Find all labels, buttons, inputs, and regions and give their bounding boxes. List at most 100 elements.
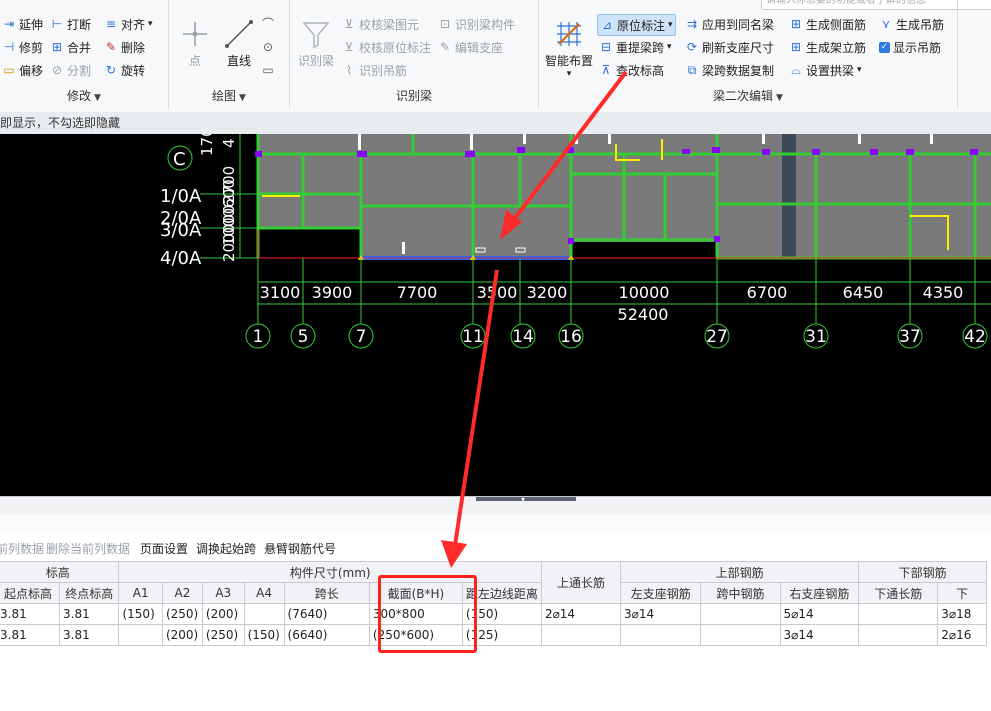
- trim-button[interactable]: ⊣ 修剪: [2, 37, 43, 57]
- cell[interactable]: 2⌀14: [540, 603, 622, 625]
- group-top-rebar: 上部钢筋: [620, 561, 860, 583]
- swap-start-span-button[interactable]: 调换起始跨: [196, 540, 256, 557]
- cell[interactable]: (150): [118, 603, 163, 625]
- apply-icon: ⇉: [686, 17, 698, 31]
- identify-hanger-button[interactable]: ⌇ 识别吊筋: [342, 60, 407, 80]
- in-situ-label-button[interactable]: ⊿ 原位标注 ▾: [597, 14, 676, 36]
- col-a1: A1: [118, 582, 163, 604]
- merge-button[interactable]: ⊞ 合并: [50, 37, 91, 57]
- modify-group: ⇥ 延伸 ⊢ 打断 ≡ 对齐 ▾ ⊣ 修剪 ⊞ 合并 ✎ 删除 ▭ 偏移 ⊘ 分割 ↻ 旋转 修改 ▼: [0, 0, 169, 108]
- group-elevation: 标高: [0, 561, 120, 583]
- check-beam-element-button[interactable]: ⊻ 校核梁图元: [342, 14, 419, 34]
- delete-current-column-button[interactable]: 删除当前列数据: [46, 540, 130, 557]
- cell[interactable]: [858, 624, 939, 646]
- svg-text:3900: 3900: [312, 283, 353, 302]
- arc-icon: ⌒: [261, 17, 274, 31]
- refresh-icon: ⟳: [686, 40, 698, 54]
- page-setup-button[interactable]: 页面设置: [140, 540, 188, 557]
- cell[interactable]: (250): [161, 603, 203, 625]
- chevron-down-icon: ▼: [94, 93, 101, 103]
- cell[interactable]: 3.81: [0, 624, 61, 646]
- cell[interactable]: (7640): [283, 603, 370, 625]
- check-in-situ-label-button[interactable]: ⊻ 校核原位标注: [342, 37, 431, 57]
- cell[interactable]: (6640): [283, 624, 370, 646]
- cell[interactable]: [858, 603, 939, 625]
- arc-button[interactable]: ⌒: [261, 14, 275, 34]
- drawing-canvas[interactable]: C 1/0A 2/0A 3/0A 4/0A 1700 4 2700 100060…: [0, 134, 991, 496]
- table-column-header: 起点标高 终点标高 A1 A2 A3 A4 跨长 截面(B*H) 距左边线距离 …: [0, 582, 987, 604]
- beam-edit-group-title[interactable]: 梁二次编辑 ▼: [539, 87, 957, 104]
- group-bottom-rebar: 下部钢筋: [858, 561, 987, 583]
- identify-beam-button[interactable]: 识别梁: [294, 18, 338, 69]
- offset-button[interactable]: ▭ 偏移: [2, 60, 43, 80]
- cell[interactable]: (200): [161, 624, 203, 646]
- svg-text:10000: 10000: [619, 283, 670, 302]
- identify-beam-component-button[interactable]: ⊡ 识别梁构件: [438, 14, 515, 34]
- check-icon: ⊻: [344, 40, 354, 54]
- rectangle-icon: ▭: [262, 63, 274, 77]
- table-row[interactable]: 3.81 3.81 (200) (250) (150) (6640) (250*…: [0, 624, 987, 646]
- splitter-grip[interactable]: [476, 497, 576, 501]
- split-button[interactable]: ⊘ 分割: [50, 60, 91, 80]
- point-icon: [179, 18, 211, 50]
- delete-button[interactable]: ✎ 删除: [104, 37, 145, 57]
- show-hanger-checkbox[interactable]: ✓ 显示吊筋: [879, 37, 941, 57]
- cell[interactable]: [700, 624, 781, 646]
- set-arch-beam-button[interactable]: ⌓ 设置拱梁 ▾: [789, 60, 861, 80]
- cell[interactable]: [243, 603, 285, 625]
- draw-group-title[interactable]: 绘图 ▼: [169, 87, 289, 104]
- cell[interactable]: (150): [243, 624, 285, 646]
- table-row[interactable]: 3.81 3.81 (150) (250) (200) (7640) 300*8…: [0, 603, 987, 625]
- cell[interactable]: [118, 624, 163, 646]
- col-a3: A3: [201, 582, 245, 604]
- cell[interactable]: 3.81: [59, 624, 120, 646]
- panel-splitter[interactable]: ▾: [0, 496, 991, 516]
- cantilever-rebar-code-button[interactable]: 悬臂钢筋代号: [264, 540, 336, 557]
- cell[interactable]: 2⌀16: [937, 624, 987, 646]
- cell[interactable]: 3.81: [0, 603, 61, 625]
- col-end-elevation: 终点标高: [59, 582, 120, 604]
- cell[interactable]: 3.81: [59, 603, 120, 625]
- check-elevation-button[interactable]: ⊼ 查改标高: [599, 60, 664, 80]
- break-button[interactable]: ⊢ 打断: [50, 14, 91, 34]
- copy-icon: ⧉: [687, 63, 697, 77]
- cell[interactable]: 3⌀18: [937, 603, 987, 625]
- cell[interactable]: [700, 603, 781, 625]
- edit-support-button[interactable]: ✎ 编辑支座: [438, 37, 503, 57]
- group-dimensions: 构件尺寸(mm): [118, 561, 542, 583]
- col-start-elevation: 起点标高: [0, 582, 61, 604]
- copy-column-data-button[interactable]: 前列数据: [0, 540, 44, 557]
- point-button[interactable]: 点: [175, 18, 215, 69]
- generate-hanger-button[interactable]: ⋎ 生成吊筋: [879, 14, 944, 34]
- chevron-down-icon: ▾: [668, 20, 673, 30]
- row-axis-labels: C 1/0A 2/0A 3/0A 4/0A: [160, 145, 202, 269]
- svg-text:3500: 3500: [477, 283, 518, 302]
- chevron-down-icon: ▼: [776, 93, 783, 103]
- rectangle-button[interactable]: ▭: [261, 60, 275, 80]
- col-bottom-extra: 下: [937, 582, 987, 604]
- break-icon: ⊢: [51, 17, 63, 31]
- generate-side-rebar-button[interactable]: ⊞ 生成侧面筋: [789, 14, 866, 34]
- refresh-support-size-button[interactable]: ⟳ 刷新支座尺寸: [685, 37, 774, 57]
- line-button[interactable]: 直线: [219, 18, 259, 69]
- cell[interactable]: 5⌀14: [779, 603, 860, 625]
- cell[interactable]: (250): [201, 624, 245, 646]
- generate-erection-rebar-button[interactable]: ⊞ 生成架立筋: [789, 37, 866, 57]
- cell[interactable]: 3⌀14: [779, 624, 860, 646]
- copy-span-data-button[interactable]: ⧉ 梁跨数据复制: [685, 60, 774, 80]
- cell[interactable]: [540, 624, 622, 646]
- axis-37: 37: [899, 327, 921, 347]
- cell[interactable]: (200): [201, 603, 245, 625]
- smart-layout-button[interactable]: 智能布置 ▾: [541, 18, 597, 79]
- align-button[interactable]: ≡ 对齐 ▾: [104, 14, 153, 34]
- circle-button[interactable]: ⊙: [261, 37, 275, 57]
- modify-group-title[interactable]: 修改 ▼: [0, 87, 168, 104]
- cell[interactable]: [620, 624, 702, 646]
- cell[interactable]: 3⌀14: [620, 603, 702, 625]
- re-extract-span-button[interactable]: ⊟ 重提梁跨 ▾: [599, 37, 672, 57]
- rotate-button[interactable]: ↻ 旋转: [104, 60, 145, 80]
- extend-button[interactable]: ⇥ 延伸: [2, 14, 43, 34]
- axis-42: 42: [964, 327, 986, 347]
- cad-drawing[interactable]: C 1/0A 2/0A 3/0A 4/0A 1700 4 2700 100060…: [0, 134, 991, 496]
- apply-same-name-button[interactable]: ⇉ 应用到同名梁: [685, 14, 774, 34]
